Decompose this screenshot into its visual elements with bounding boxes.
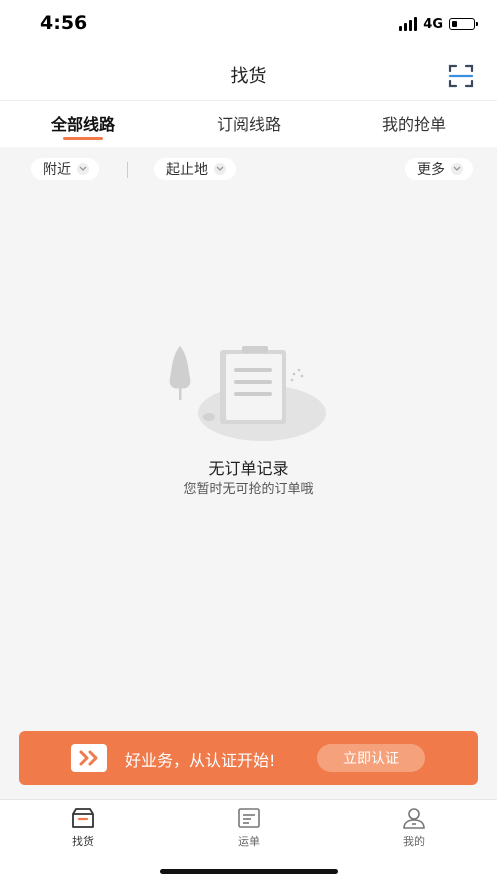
- home-indicator: [160, 869, 338, 874]
- certification-banner[interactable]: 好业务，从认证开始! 立即认证: [19, 731, 478, 785]
- filter-nearby-label: 附近: [43, 162, 71, 178]
- scan-button[interactable]: [447, 62, 475, 90]
- chevron-down-icon: [451, 163, 463, 175]
- tabbar-item-mine[interactable]: 我的: [374, 806, 454, 849]
- box-icon: [72, 808, 94, 828]
- page-title: 找货: [230, 66, 267, 87]
- certify-now-button[interactable]: 立即认证: [317, 744, 425, 772]
- battery-icon: [449, 18, 478, 30]
- filter-more-label: 更多: [417, 162, 445, 178]
- empty-subtitle: 您暂时无可抢的订单哦: [183, 482, 314, 497]
- status-time: 4:56: [40, 12, 88, 34]
- filter-divider: [127, 162, 128, 178]
- empty-title: 无订单记录: [208, 459, 289, 478]
- tabbar-label: 我的: [403, 835, 425, 848]
- filter-nearby[interactable]: 附近: [31, 158, 99, 180]
- filter-route-label: 起止地: [166, 162, 208, 178]
- filter-bar: 附近 起止地 更多: [0, 146, 497, 192]
- chevron-down-icon: [214, 163, 226, 175]
- filter-route[interactable]: 起止地: [154, 158, 236, 180]
- tabbar-item-waybill[interactable]: 运单: [209, 806, 289, 849]
- waybill-icon: [238, 808, 260, 828]
- tab-subscribed-routes[interactable]: 订阅线路: [217, 111, 281, 135]
- route-tabs: 全部线路 订阅线路 我的抢单: [0, 100, 497, 147]
- tab-my-grabs[interactable]: 我的抢单: [382, 111, 446, 135]
- double-chevron-icon: [71, 744, 107, 772]
- filter-more[interactable]: 更多: [405, 158, 473, 180]
- scan-icon: [448, 64, 474, 88]
- status-bar: 4:56 4G: [0, 0, 497, 48]
- chevron-down-icon: [77, 163, 89, 175]
- status-indicators: 4G: [399, 15, 478, 33]
- tab-all-routes[interactable]: 全部线路: [51, 111, 115, 135]
- tabbar-label: 找货: [72, 835, 94, 848]
- tabbar-item-find-goods[interactable]: 找货: [43, 806, 123, 849]
- empty-clipboard-icon: [169, 346, 326, 441]
- signal-icon: [399, 17, 418, 31]
- user-icon: [403, 808, 425, 829]
- tabbar-label: 运单: [238, 835, 260, 848]
- tab-indicator: [63, 137, 103, 140]
- nav-bar: 找货: [0, 48, 497, 100]
- banner-text: 好业务，从认证开始!: [125, 751, 276, 770]
- network-type: 4G: [423, 16, 443, 32]
